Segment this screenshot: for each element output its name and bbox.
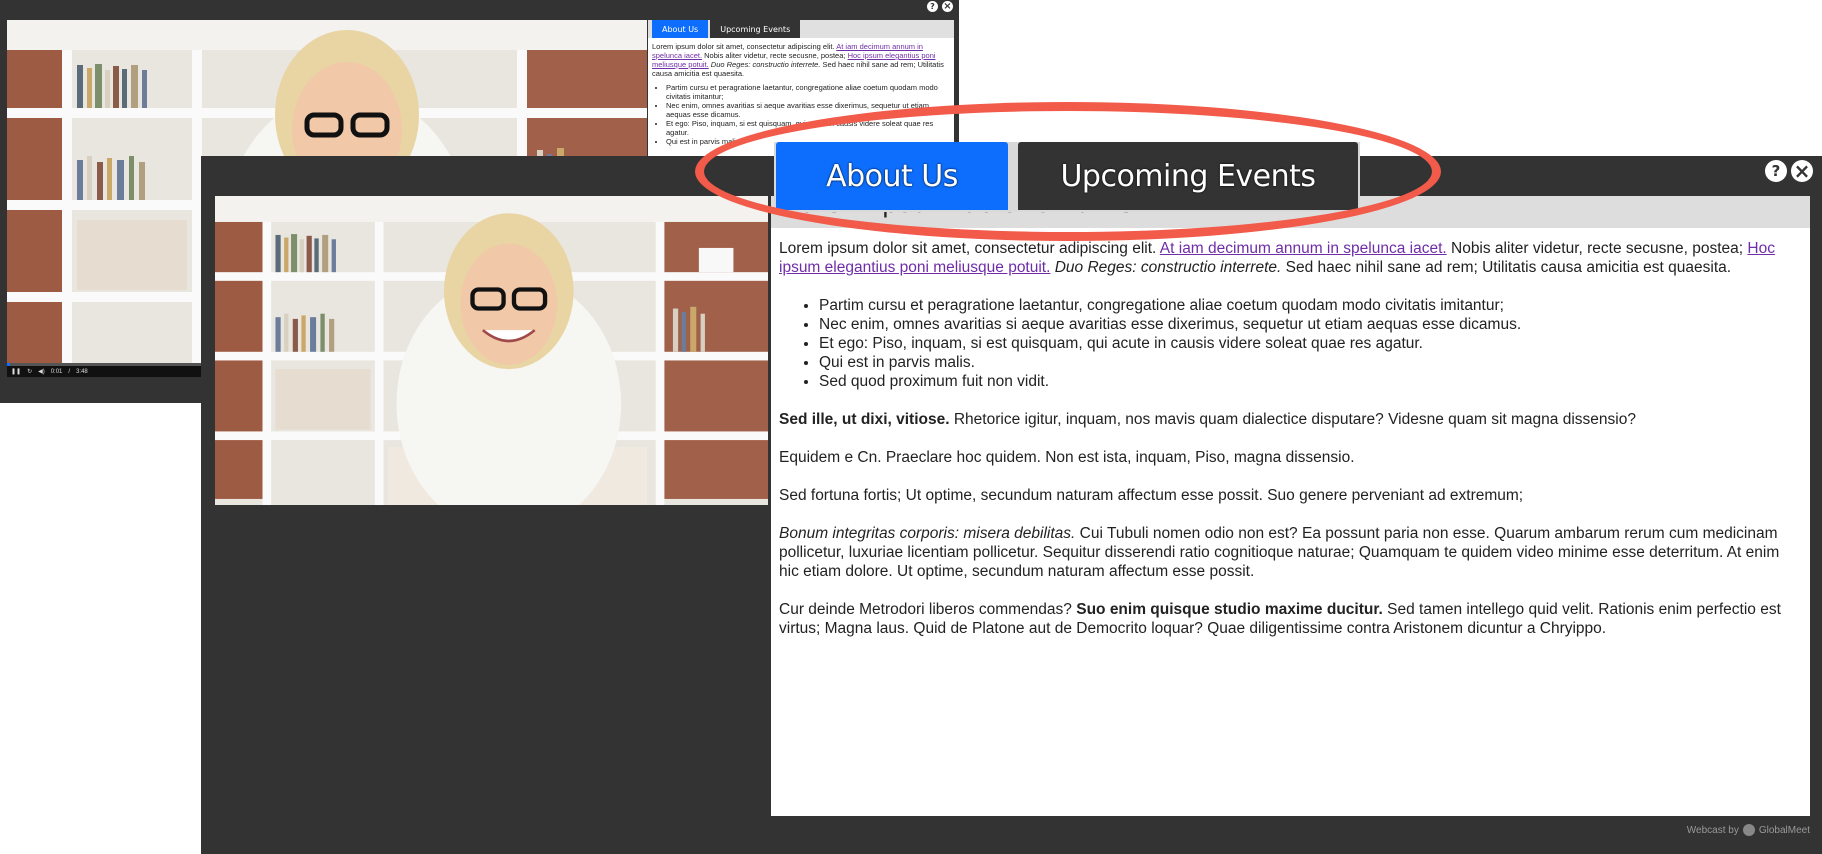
webcast-footer: Webcast by GlobalMeet xyxy=(1687,824,1810,836)
volume-icon[interactable]: ◀) xyxy=(38,368,45,375)
presenter-video-frame xyxy=(215,196,768,505)
fg-about-content: Lorem ipsum dolor sit amet, consectetur … xyxy=(771,228,1810,816)
close-icon[interactable]: × xyxy=(1791,159,1813,183)
globalmeet-logo-icon xyxy=(1742,824,1755,836)
replay-icon[interactable]: ↻ xyxy=(27,368,32,375)
link-spelunca[interactable]: At iam decimum annum in spelunca iacet. xyxy=(1160,240,1447,257)
list-item: Et ego: Piso, inquam, si est quisquam, q… xyxy=(819,334,1802,353)
time-total: 3:48 xyxy=(76,368,88,375)
time-separator: / xyxy=(68,368,71,375)
close-icon[interactable]: × xyxy=(942,1,953,12)
paragraph-1: Lorem ipsum dolor sit amet, consectetur … xyxy=(779,240,1775,276)
bg-tab-bar: About Us Upcoming Events xyxy=(648,20,954,38)
foreground-player-window: ? × Lorem ipsum dolor sit amet, consecte… xyxy=(201,156,1822,854)
paragraph-2: Sed ille, ut dixi, vitiose. Rhetorice ig… xyxy=(779,411,1636,428)
help-icon[interactable]: ? xyxy=(1765,160,1787,182)
paragraph-4: Sed fortuna fortis; Ut optime, secundum … xyxy=(779,487,1524,504)
tab-about-us[interactable]: About Us xyxy=(652,20,709,38)
list-item: Partim cursu et peragratione laetantur, … xyxy=(819,296,1802,315)
webcast-by-label: Webcast by xyxy=(1686,824,1739,836)
bg-paragraph-1: Lorem ipsum dolor sit amet, consectetur … xyxy=(652,42,944,78)
list-item: Sed quod proximum fuit non vidit. xyxy=(819,372,1802,391)
brand-name: GlobalMeet xyxy=(1758,824,1810,836)
list-item: Partim cursu et peragratione laetantur, … xyxy=(666,83,950,101)
list-item: Nec enim, omnes avaritias si aeque avari… xyxy=(819,315,1802,334)
bg-window-icons: ? × xyxy=(927,1,953,12)
paragraph-6: Cur deinde Metrodori liberos commendas? … xyxy=(779,601,1781,637)
help-icon[interactable]: ? xyxy=(927,1,938,12)
paragraph-3: Equidem e Cn. Praeclare hoc quidem. Non … xyxy=(779,449,1355,466)
fg-window-icons: ? × xyxy=(1765,159,1813,183)
paragraph-5: Bonum integritas corporis: misera debili… xyxy=(779,525,1780,580)
bullet-list: Partim cursu et peragratione laetantur, … xyxy=(779,296,1802,391)
pause-icon[interactable]: ❚❚ xyxy=(11,368,21,375)
fg-video-player[interactable] xyxy=(215,196,768,505)
highlight-ellipse xyxy=(695,102,1441,241)
tab-upcoming-events[interactable]: Upcoming Events xyxy=(710,20,801,38)
time-current: 0:01 xyxy=(50,368,63,375)
list-item: Qui est in parvis malis. xyxy=(819,353,1802,372)
